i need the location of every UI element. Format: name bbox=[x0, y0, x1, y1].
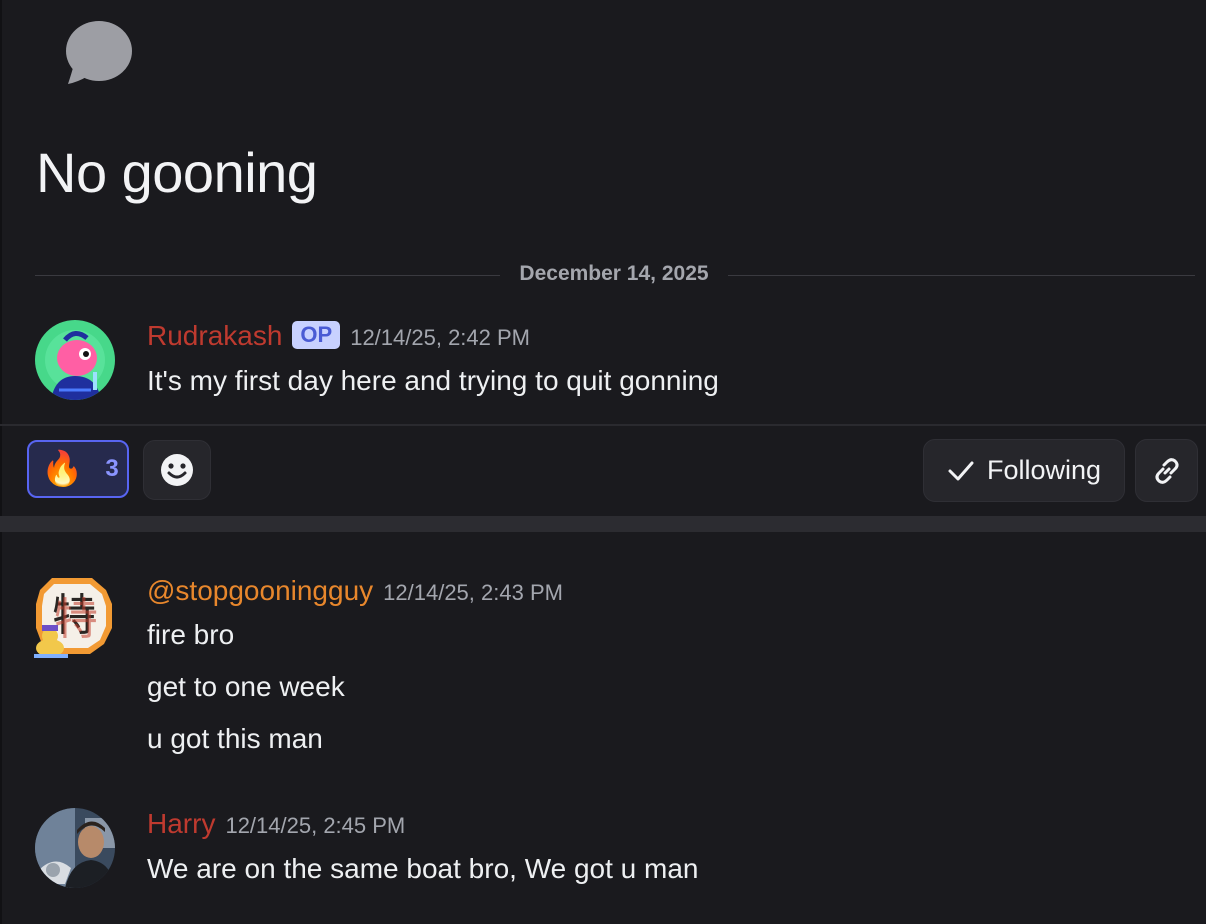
reply-1-line-2: get to one week bbox=[147, 671, 345, 702]
section-band bbox=[0, 516, 1206, 532]
chat-bubble-icon bbox=[66, 21, 132, 84]
svg-text:特: 特 bbox=[54, 594, 98, 645]
link-icon bbox=[1155, 457, 1178, 484]
username[interactable]: @stopgooningguy bbox=[147, 575, 373, 607]
avatar-rudrakash[interactable] bbox=[35, 320, 115, 400]
check-icon bbox=[948, 461, 974, 480]
username[interactable]: Rudrakash bbox=[147, 320, 282, 352]
avatar-stopgooningguy[interactable]: 特 特 bbox=[30, 572, 116, 660]
following-label: Following bbox=[986, 455, 1102, 485]
op-message-text: It's my first day here and trying to qui… bbox=[147, 365, 719, 396]
timestamp: 12/14/25, 2:43 PM bbox=[383, 580, 563, 605]
avatar-harry[interactable] bbox=[35, 808, 115, 888]
following-button[interactable]: Following bbox=[923, 439, 1125, 502]
fire-reaction-button[interactable]: 🔥 3 bbox=[27, 440, 129, 498]
copy-link-button[interactable] bbox=[1135, 439, 1198, 502]
fire-emoji-icon: 🔥 bbox=[41, 450, 84, 488]
date-divider-label: December 14, 2025 bbox=[500, 262, 728, 286]
thread-title: No gooning bbox=[36, 141, 318, 204]
timestamp: 12/14/25, 2:42 PM bbox=[350, 325, 530, 350]
smile-icon bbox=[161, 454, 193, 486]
add-reaction-button[interactable] bbox=[143, 440, 211, 500]
timestamp: 12/14/25, 2:45 PM bbox=[225, 813, 406, 838]
op-badge: OP bbox=[292, 321, 341, 349]
reply-1-line-1: fire bro bbox=[147, 619, 235, 650]
reaction-count: 3 bbox=[105, 455, 119, 482]
reply-2-header: Harry 12/14/25, 2:45 PM bbox=[147, 808, 405, 840]
left-edge bbox=[0, 0, 2, 924]
username[interactable]: Harry bbox=[147, 808, 215, 840]
op-message-header: Rudrakash OP 12/14/25, 2:42 PM bbox=[147, 320, 530, 352]
reply-1-line-3: u got this man bbox=[147, 723, 323, 754]
header-separator bbox=[0, 424, 1206, 426]
reply-2-line-1: We are on the same boat bro, We got u ma… bbox=[147, 853, 699, 884]
reply-1-header: @stopgooningguy 12/14/25, 2:43 PM bbox=[147, 575, 563, 607]
